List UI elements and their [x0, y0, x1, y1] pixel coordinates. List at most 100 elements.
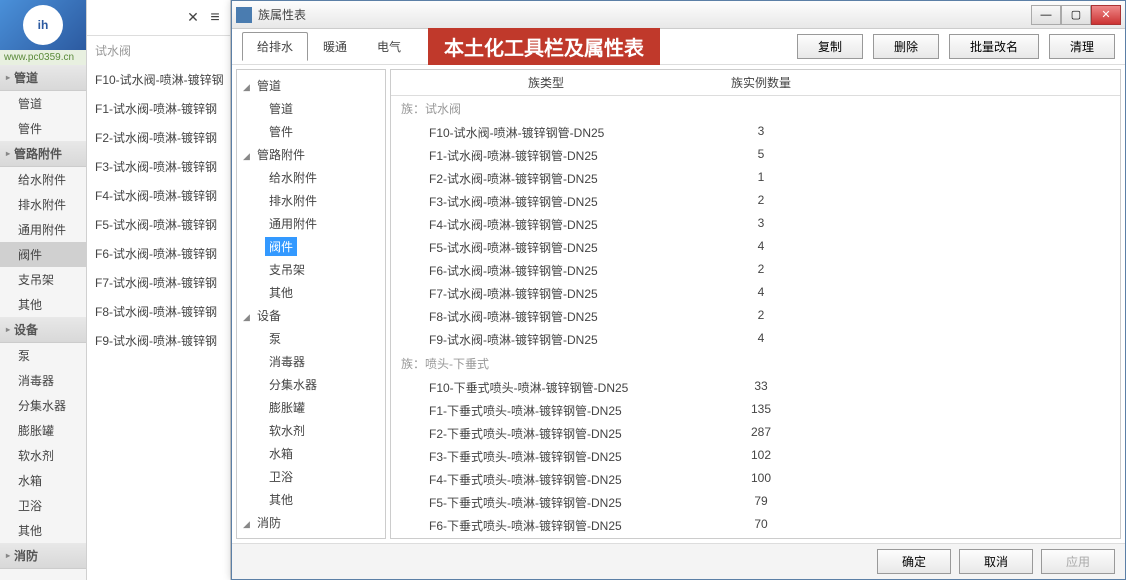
url-label: www.pc0359.cn: [0, 50, 86, 65]
tree-node[interactable]: 分集水器: [237, 373, 385, 396]
dialog-footer: 确定 取消 应用: [232, 543, 1125, 579]
left-sidebar: ih www.pc0359.cn 管道管道管件管路附件给水附件排水附件通用附件阀…: [0, 0, 87, 580]
tree-node[interactable]: 通用附件: [237, 212, 385, 235]
sidebar-group-header[interactable]: 消防: [0, 543, 86, 569]
table-group-row[interactable]: 族：喷头-下垂式: [391, 351, 1120, 376]
sidebar-item[interactable]: 管件: [0, 116, 86, 141]
tree-node[interactable]: 膨胀罐: [237, 396, 385, 419]
ok-button[interactable]: 确定: [877, 549, 951, 574]
table-row[interactable]: F4-试水阀-喷淋-镀锌钢管-DN253: [391, 213, 1120, 236]
app-logo: ih: [0, 0, 86, 50]
sidebar-item[interactable]: 消毒器: [0, 368, 86, 393]
sidebar-item[interactable]: 膨胀罐: [0, 418, 86, 443]
list-item[interactable]: F10-试水阀-喷淋-镀锌钢: [87, 65, 230, 94]
tab[interactable]: 给排水: [242, 32, 308, 61]
sidebar-item[interactable]: 卫浴: [0, 493, 86, 518]
tab[interactable]: 电气: [362, 32, 416, 61]
sidebar-item[interactable]: 其他: [0, 292, 86, 317]
tree-node[interactable]: 消毒器: [237, 350, 385, 373]
close-icon[interactable]: ✕: [184, 9, 202, 27]
minimize-button[interactable]: —: [1031, 5, 1061, 25]
sidebar-item[interactable]: 支吊架: [0, 267, 86, 292]
sidebar-item[interactable]: 泵: [0, 343, 86, 368]
tree-node[interactable]: 泵: [237, 327, 385, 350]
tree-node[interactable]: ◢消防: [237, 511, 385, 534]
clean-button[interactable]: 清理: [1049, 34, 1115, 59]
list-item[interactable]: F7-试水阀-喷淋-镀锌钢: [87, 268, 230, 297]
table-row[interactable]: F3-下垂式喷头-喷淋-镀锌钢管-DN25102: [391, 445, 1120, 468]
tree-node[interactable]: 阀件: [237, 235, 385, 258]
list-item[interactable]: F1-试水阀-喷淋-镀锌钢: [87, 94, 230, 123]
table-row[interactable]: F6-试水阀-喷淋-镀锌钢管-DN252: [391, 259, 1120, 282]
maximize-button[interactable]: ▢: [1061, 5, 1091, 25]
tree-node[interactable]: 其他: [237, 488, 385, 511]
list-item[interactable]: F3-试水阀-喷淋-镀锌钢: [87, 152, 230, 181]
sidebar-item[interactable]: 给水附件: [0, 167, 86, 192]
tree-node[interactable]: 管件: [237, 120, 385, 143]
middle-list: ✕ 试水阀 F10-试水阀-喷淋-镀锌钢F1-试水阀-喷淋-镀锌钢F2-试水阀-…: [87, 0, 231, 580]
tree-node[interactable]: 软水剂: [237, 419, 385, 442]
sidebar-item[interactable]: 水箱: [0, 468, 86, 493]
dialog-toolbar: 给排水暖通电气 本土化工具栏及属性表 复制 删除 批量改名 清理: [232, 29, 1125, 65]
table-row[interactable]: F3-试水阀-喷淋-镀锌钢管-DN252: [391, 190, 1120, 213]
table-row[interactable]: F10-试水阀-喷淋-镀锌钢管-DN253: [391, 121, 1120, 144]
sidebar-group-header[interactable]: 管道: [0, 65, 86, 91]
list-item[interactable]: F6-试水阀-喷淋-镀锌钢: [87, 239, 230, 268]
tree-node[interactable]: 卫浴: [237, 465, 385, 488]
list-item[interactable]: F4-试水阀-喷淋-镀锌钢: [87, 181, 230, 210]
table-group-row[interactable]: 族：试水阀: [391, 96, 1120, 121]
table-row[interactable]: F10-下垂式喷头-喷淋-镀锌钢管-DN2533: [391, 376, 1120, 399]
table-row[interactable]: F6-下垂式喷头-喷淋-镀锌钢管-DN2570: [391, 514, 1120, 537]
table-row[interactable]: F8-试水阀-喷淋-镀锌钢管-DN252: [391, 305, 1120, 328]
close-button[interactable]: ✕: [1091, 5, 1121, 25]
list-item[interactable]: F5-试水阀-喷淋-镀锌钢: [87, 210, 230, 239]
table-row[interactable]: F2-试水阀-喷淋-镀锌钢管-DN251: [391, 167, 1120, 190]
sidebar-item[interactable]: 排水附件: [0, 192, 86, 217]
delete-button[interactable]: 删除: [873, 34, 939, 59]
table-row[interactable]: F9-试水阀-喷淋-镀锌钢管-DN254: [391, 328, 1120, 351]
table-row[interactable]: F2-下垂式喷头-喷淋-镀锌钢管-DN25287: [391, 422, 1120, 445]
dialog-window: 族属性表 — ▢ ✕ 给排水暖通电气 本土化工具栏及属性表 复制 删除 批量改名…: [231, 0, 1126, 580]
sidebar-group-header[interactable]: 管路附件: [0, 141, 86, 167]
tree-node[interactable]: 支吊架: [237, 258, 385, 281]
apply-button[interactable]: 应用: [1041, 549, 1115, 574]
col-header-type[interactable]: 族类型: [391, 74, 701, 91]
tree-node[interactable]: ◢管道: [237, 74, 385, 97]
sidebar-item[interactable]: 分集水器: [0, 393, 86, 418]
sidebar-item[interactable]: 阀件: [0, 242, 86, 267]
col-header-count[interactable]: 族实例数量: [701, 74, 821, 91]
tree-node[interactable]: 管道: [237, 97, 385, 120]
cancel-button[interactable]: 取消: [959, 549, 1033, 574]
table-panel: 族类型 族实例数量 族：试水阀F10-试水阀-喷淋-镀锌钢管-DN253F1-试…: [390, 69, 1121, 539]
sidebar-item[interactable]: 管道: [0, 91, 86, 116]
banner-label: 本土化工具栏及属性表: [428, 28, 660, 65]
table-row[interactable]: F5-下垂式喷头-喷淋-镀锌钢管-DN2579: [391, 491, 1120, 514]
sidebar-group-header[interactable]: 设备: [0, 317, 86, 343]
table-row[interactable]: F4-下垂式喷头-喷淋-镀锌钢管-DN25100: [391, 468, 1120, 491]
tree-node[interactable]: 水箱: [237, 442, 385, 465]
dialog-title: 族属性表: [258, 6, 1031, 23]
tree-node[interactable]: 给水附件: [237, 166, 385, 189]
tree-node[interactable]: 喷头: [237, 534, 385, 539]
tree-panel: ◢管道管道管件◢管路附件给水附件排水附件通用附件阀件支吊架其他◢设备泵消毒器分集…: [236, 69, 386, 539]
sidebar-item[interactable]: 通用附件: [0, 217, 86, 242]
rename-button[interactable]: 批量改名: [949, 34, 1039, 59]
table-row[interactable]: F1-下垂式喷头-喷淋-镀锌钢管-DN25135: [391, 399, 1120, 422]
tab[interactable]: 暖通: [308, 32, 362, 61]
app-icon: [236, 7, 252, 23]
tree-node[interactable]: ◢管路附件: [237, 143, 385, 166]
list-item[interactable]: F9-试水阀-喷淋-镀锌钢: [87, 326, 230, 355]
list-item[interactable]: F2-试水阀-喷淋-镀锌钢: [87, 123, 230, 152]
table-row[interactable]: F5-试水阀-喷淋-镀锌钢管-DN254: [391, 236, 1120, 259]
dialog-titlebar[interactable]: 族属性表 — ▢ ✕: [232, 1, 1125, 29]
copy-button[interactable]: 复制: [797, 34, 863, 59]
table-row[interactable]: F7-试水阀-喷淋-镀锌钢管-DN254: [391, 282, 1120, 305]
tree-node[interactable]: 其他: [237, 281, 385, 304]
tree-node[interactable]: ◢设备: [237, 304, 385, 327]
sidebar-item[interactable]: 软水剂: [0, 443, 86, 468]
sidebar-item[interactable]: 其他: [0, 518, 86, 543]
menu-icon[interactable]: [206, 9, 224, 27]
list-item[interactable]: F8-试水阀-喷淋-镀锌钢: [87, 297, 230, 326]
tree-node[interactable]: 排水附件: [237, 189, 385, 212]
table-row[interactable]: F1-试水阀-喷淋-镀锌钢管-DN255: [391, 144, 1120, 167]
